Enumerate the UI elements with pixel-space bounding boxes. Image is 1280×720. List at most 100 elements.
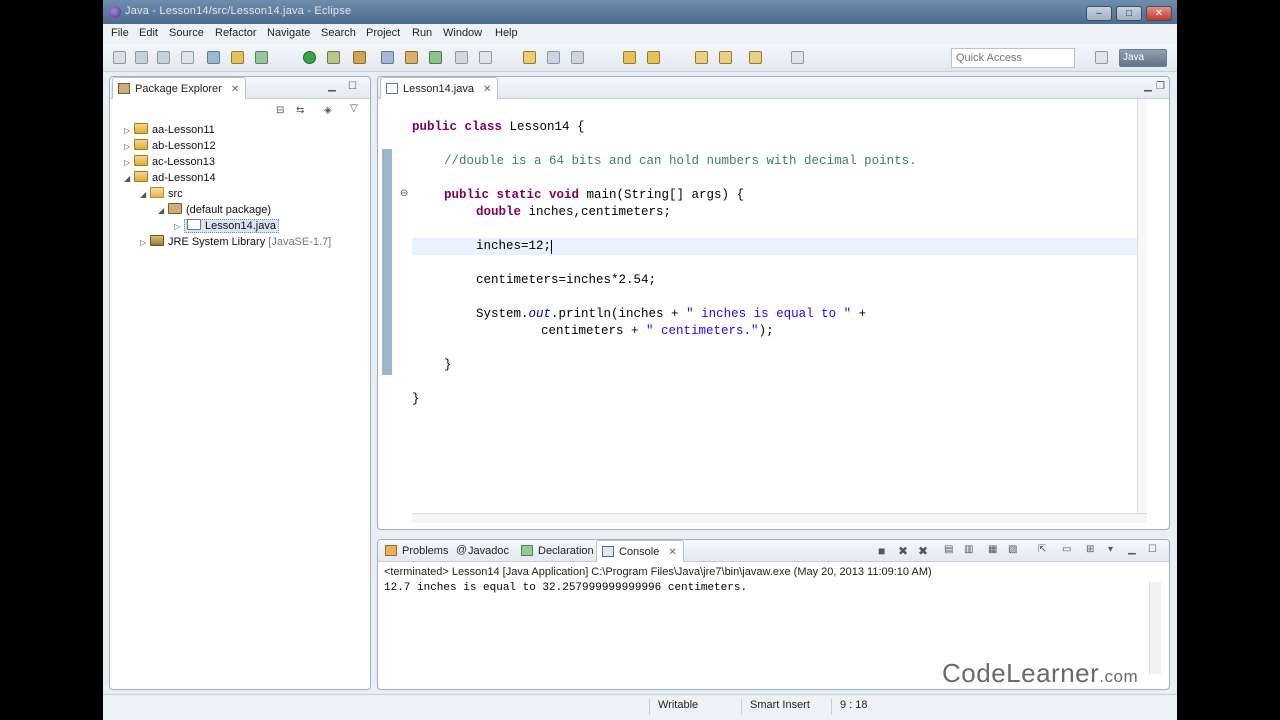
package-explorer-icon xyxy=(118,83,130,94)
menu-search[interactable]: Search xyxy=(321,27,356,39)
console-vertical-scrollbar[interactable] xyxy=(1149,582,1161,674)
scroll-lock-icon[interactable]: ▥ xyxy=(964,544,973,555)
maximize-button[interactable]: □ xyxy=(1116,6,1142,21)
tab-problems[interactable]: Problems xyxy=(380,540,454,562)
back-icon[interactable] xyxy=(695,51,708,64)
run-history-icon[interactable] xyxy=(327,51,340,64)
open-perspective-icon[interactable] xyxy=(1095,51,1108,64)
display-console-icon[interactable]: ▭ xyxy=(1062,544,1071,555)
debug-icon[interactable] xyxy=(207,51,220,64)
tree-item-project-2[interactable]: ▷ ab-Lesson12 xyxy=(124,139,216,155)
debug-run-icon[interactable] xyxy=(255,51,268,64)
new-java-project-icon[interactable] xyxy=(381,51,394,64)
show-on-output-icon[interactable]: ▦ xyxy=(988,544,997,555)
eclipse-icon xyxy=(109,6,121,18)
editor-vertical-scrollbar[interactable] xyxy=(1137,99,1147,513)
save-all-icon[interactable] xyxy=(157,51,170,64)
menu-run[interactable]: Run xyxy=(412,27,432,39)
expand-icon[interactable]: ▷ xyxy=(124,142,134,151)
search-icon[interactable] xyxy=(479,51,492,64)
minimize-view-icon[interactable]: ▁ xyxy=(1128,544,1136,555)
tree-item-java-file[interactable]: ▷ Lesson14.java xyxy=(174,219,279,235)
tab-javadoc[interactable]: @ Javadoc xyxy=(452,540,515,562)
close-icon[interactable]: ✕ xyxy=(231,84,239,95)
declaration-icon xyxy=(521,545,533,556)
menu-help[interactable]: Help xyxy=(495,27,518,39)
pin-icon[interactable] xyxy=(791,51,804,64)
forward-dropdown-icon[interactable] xyxy=(749,51,762,64)
next-annotation-icon[interactable] xyxy=(623,51,636,64)
show-on-error-icon[interactable]: ▧ xyxy=(1008,544,1017,555)
save-icon[interactable] xyxy=(135,51,148,64)
menu-project[interactable]: Project xyxy=(366,27,400,39)
quick-access-input[interactable] xyxy=(951,48,1075,68)
expand-icon[interactable]: ▷ xyxy=(124,158,134,167)
tree-item-src[interactable]: ◢ src xyxy=(140,187,183,203)
link-with-editor-icon[interactable]: ⇆ xyxy=(296,105,304,116)
collapse-all-icon[interactable]: ⊟ xyxy=(276,105,284,116)
menu-file[interactable]: File xyxy=(111,27,129,39)
tab-package-explorer[interactable]: Package Explorer ✕ xyxy=(112,77,247,99)
close-button[interactable]: ✕ xyxy=(1146,6,1172,21)
terminate-icon[interactable]: ■ xyxy=(878,544,885,558)
tab-declaration[interactable]: Declaration xyxy=(516,540,600,562)
new-icon[interactable] xyxy=(113,51,126,64)
pilcrow-icon[interactable] xyxy=(571,51,584,64)
tab-lesson14-java[interactable]: Lesson14.java ✕ xyxy=(380,77,499,99)
code-area[interactable]: public class Lesson14 { //double is a 64… xyxy=(412,99,1137,513)
view-menu-icon[interactable]: ▽ xyxy=(350,103,358,114)
view-menu-icon[interactable]: ▾ xyxy=(1108,544,1113,555)
collapse-icon[interactable]: ◢ xyxy=(124,174,134,183)
run-icon[interactable] xyxy=(303,51,316,64)
new-package-icon[interactable] xyxy=(405,51,418,64)
collapse-icon[interactable]: ◢ xyxy=(140,190,150,199)
skip-breakpoints-icon[interactable] xyxy=(231,51,244,64)
tree-item-default-package[interactable]: ◢ (default package) xyxy=(158,203,271,219)
menu-refactor[interactable]: Refactor xyxy=(215,27,257,39)
close-icon[interactable]: ✕ xyxy=(483,84,491,95)
maximize-view-icon[interactable]: ☐ xyxy=(348,81,357,92)
fold-icon[interactable]: ⊖ xyxy=(400,188,408,199)
tree-item-project-3[interactable]: ▷ ac-Lesson13 xyxy=(124,155,215,171)
pin-console-icon[interactable]: ⇱ xyxy=(1038,544,1046,555)
open-type-icon[interactable] xyxy=(455,51,468,64)
annotation-icon[interactable] xyxy=(523,51,536,64)
minimize-view-icon[interactable]: ▁ xyxy=(328,81,336,92)
tree-item-jre[interactable]: ▷ JRE System Library [JavaSE-1.7] xyxy=(140,235,331,251)
expand-icon[interactable]: ▷ xyxy=(140,238,150,247)
code-line-2: //double is a 64 bits and can hold numbe… xyxy=(444,154,917,168)
clear-console-icon[interactable]: ▤ xyxy=(944,544,953,555)
new-console-icon[interactable]: ⊞ xyxy=(1086,544,1094,555)
maximize-view-icon[interactable]: ☐ xyxy=(1148,544,1157,555)
minimize-view-icon[interactable]: ▁ xyxy=(1144,81,1152,92)
expand-icon[interactable]: ▷ xyxy=(124,126,134,135)
tab-console[interactable]: Console ✕ xyxy=(596,540,684,562)
focus-icon[interactable]: ◈ xyxy=(324,105,332,116)
javadoc-icon: @ xyxy=(456,544,468,556)
remove-launch-icon[interactable]: ✖ xyxy=(898,544,908,558)
print-icon[interactable] xyxy=(181,51,194,64)
menu-navigate[interactable]: Navigate xyxy=(267,27,310,39)
menu-window[interactable]: Window xyxy=(443,27,482,39)
toggle-mark-icon[interactable] xyxy=(547,51,560,64)
editor-horizontal-scrollbar[interactable] xyxy=(412,513,1147,523)
remove-all-launches-icon[interactable]: ✖ xyxy=(918,544,928,558)
menu-edit[interactable]: Edit xyxy=(139,27,158,39)
change-ruler xyxy=(382,149,392,375)
menu-source[interactable]: Source xyxy=(169,27,204,39)
restore-view-icon[interactable]: ❐ xyxy=(1156,81,1165,92)
console-icon xyxy=(602,546,614,557)
forward-icon[interactable] xyxy=(719,51,732,64)
collapse-icon[interactable]: ◢ xyxy=(158,206,168,215)
previous-annotation-icon[interactable] xyxy=(647,51,660,64)
java-perspective-button[interactable]: Java xyxy=(1119,49,1167,67)
minimize-button[interactable]: – xyxy=(1086,6,1112,21)
tree-item-project-4[interactable]: ◢ ad-Lesson14 xyxy=(124,171,216,187)
expand-icon[interactable]: ▷ xyxy=(174,222,184,231)
tree-item-project-1[interactable]: ▷ aa-Lesson11 xyxy=(124,123,215,139)
selected-file[interactable]: Lesson14.java xyxy=(184,219,279,233)
external-tools-icon[interactable] xyxy=(353,51,366,64)
new-class-icon[interactable] xyxy=(429,51,442,64)
close-icon[interactable]: ✕ xyxy=(668,547,676,558)
console-output[interactable]: 12.7 inches is equal to 32.2579999999999… xyxy=(384,582,747,594)
